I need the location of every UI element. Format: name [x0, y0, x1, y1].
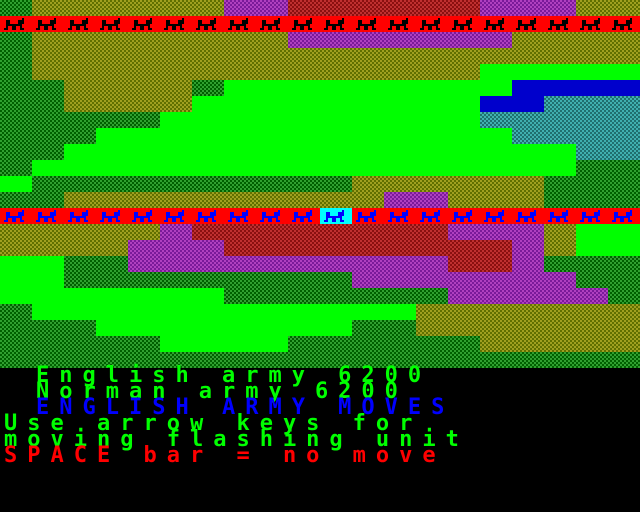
terrain-water [576, 144, 640, 160]
norman-army-row [0, 16, 640, 32]
status-panel: English army 6200 Norman army 6200 ENGLI… [0, 365, 640, 512]
terrain-field [32, 304, 416, 320]
terrain-water [512, 80, 640, 96]
terrain-marsh [384, 192, 448, 208]
battle-map[interactable] [0, 0, 640, 368]
terrain-marsh [480, 0, 576, 16]
terrain-marsh [448, 288, 608, 304]
terrain-rough [192, 224, 448, 256]
terrain-water [480, 112, 640, 128]
space-bar-hint: SPACE bar = no move [4, 443, 446, 468]
terrain-water [544, 96, 640, 112]
terrain-hills [416, 304, 640, 336]
terrain-field [576, 224, 640, 256]
terrain-rough [288, 0, 480, 16]
terrain-marsh [160, 224, 192, 240]
terrain-hills [480, 336, 640, 352]
terrain-marsh [224, 0, 288, 16]
terrain-hills [64, 80, 192, 112]
terrain-water [512, 128, 640, 144]
terrain-marsh [288, 32, 512, 48]
terrain-field [96, 320, 352, 336]
terrain-field [0, 256, 64, 288]
terrain-hills [64, 192, 352, 208]
terrain-marsh [448, 224, 544, 240]
terrain-rough [448, 240, 512, 272]
terrain-field [0, 288, 224, 304]
terrain-marsh [128, 240, 224, 272]
english-unit-soldier-icon[interactable] [320, 208, 352, 224]
terrain-water [480, 96, 544, 112]
terrain-marsh [224, 256, 448, 272]
terrain-marsh [352, 272, 576, 288]
terrain-forest [0, 0, 32, 16]
terrain-field [160, 336, 288, 352]
